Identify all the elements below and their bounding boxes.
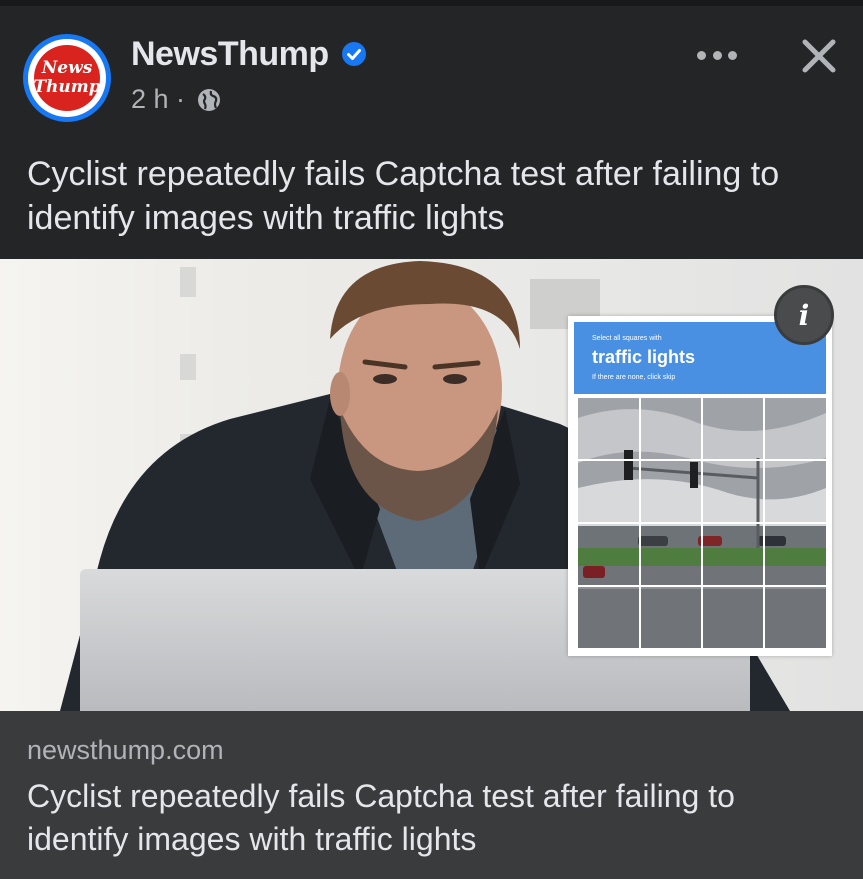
close-icon[interactable] — [800, 37, 838, 75]
captcha-target: traffic lights — [592, 347, 696, 367]
captcha-instruction: Select all squares with — [592, 335, 662, 342]
post-image[interactable]: Select all squares with traffic lights I… — [0, 259, 863, 711]
avatar-ring: News Thump — [28, 39, 106, 117]
link-preview[interactable]: newsthump.com Cyclist repeatedly fails C… — [0, 711, 863, 879]
page-avatar[interactable]: News Thump — [23, 34, 111, 122]
link-title: Cyclist repeatedly fails Captcha test af… — [27, 778, 735, 857]
link-domain: newsthump.com — [27, 735, 224, 765]
captcha-street-photo — [578, 398, 826, 648]
page-name-link[interactable]: NewsThump — [131, 35, 329, 74]
logo-text-news: News — [41, 58, 93, 78]
post-header: News Thump NewsThump 2 h · — [0, 6, 863, 126]
more-options-icon[interactable] — [697, 48, 737, 62]
newsthump-logo: News Thump — [33, 45, 101, 111]
post-timestamp[interactable]: 2 h · — [131, 84, 185, 115]
globe-icon — [196, 87, 222, 113]
captcha-widget: Select all squares with traffic lights I… — [568, 316, 832, 656]
captcha-hint: If there are none, click skip — [592, 374, 676, 381]
info-icon[interactable]: i — [774, 285, 834, 345]
logo-text-thump: Thump — [33, 77, 101, 97]
info-icon-glyph: i — [798, 298, 810, 332]
post-text: Cyclist repeatedly fails Captcha test af… — [27, 155, 780, 237]
verified-badge-icon — [342, 42, 366, 66]
